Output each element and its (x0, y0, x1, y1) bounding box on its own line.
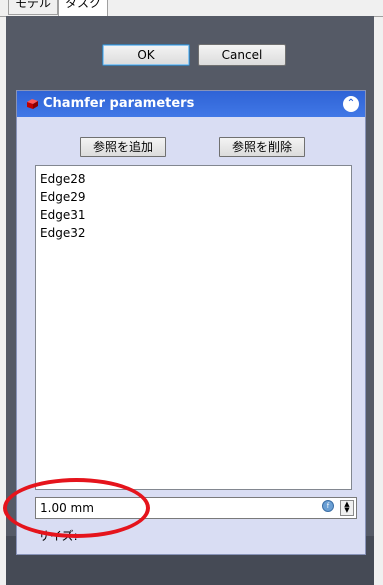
cancel-button[interactable]: Cancel (198, 44, 286, 66)
add-reference-button[interactable]: 参照を追加 (80, 137, 166, 157)
size-label: サイズ: (38, 529, 78, 543)
size-spinbox[interactable]: 1.00 mm f ▲ ▼ (35, 497, 357, 519)
chamfer-parameters-header[interactable]: Chamfer parameters ⌃ (17, 91, 365, 117)
collapse-chevrons-icon[interactable]: ⌃ (343, 96, 359, 112)
list-item[interactable]: Edge31 (40, 206, 347, 224)
remove-reference-button[interactable]: 参照を削除 (219, 137, 305, 157)
list-item[interactable]: Edge32 (40, 224, 347, 242)
chamfer-parameters-title: Chamfer parameters (43, 96, 195, 111)
tab-tasks-label: タスク (65, 0, 102, 10)
tab-bar: モデル タスク (0, 0, 383, 17)
tab-model-label: モデル (15, 0, 52, 10)
list-item[interactable]: Edge28 (40, 170, 347, 188)
edge-reference-list[interactable]: Edge28 Edge29 Edge31 Edge32 (35, 165, 352, 490)
size-value[interactable]: 1.00 mm (40, 501, 94, 515)
expression-icon[interactable]: f (322, 500, 334, 512)
tab-tasks[interactable]: タスク (58, 0, 109, 17)
ok-button[interactable]: OK (102, 44, 190, 66)
spin-arrows-icon[interactable]: ▲ ▼ (340, 500, 354, 516)
list-item[interactable]: Edge29 (40, 188, 347, 206)
chamfer-cube-icon (27, 99, 38, 109)
tab-model[interactable]: モデル (8, 0, 59, 15)
